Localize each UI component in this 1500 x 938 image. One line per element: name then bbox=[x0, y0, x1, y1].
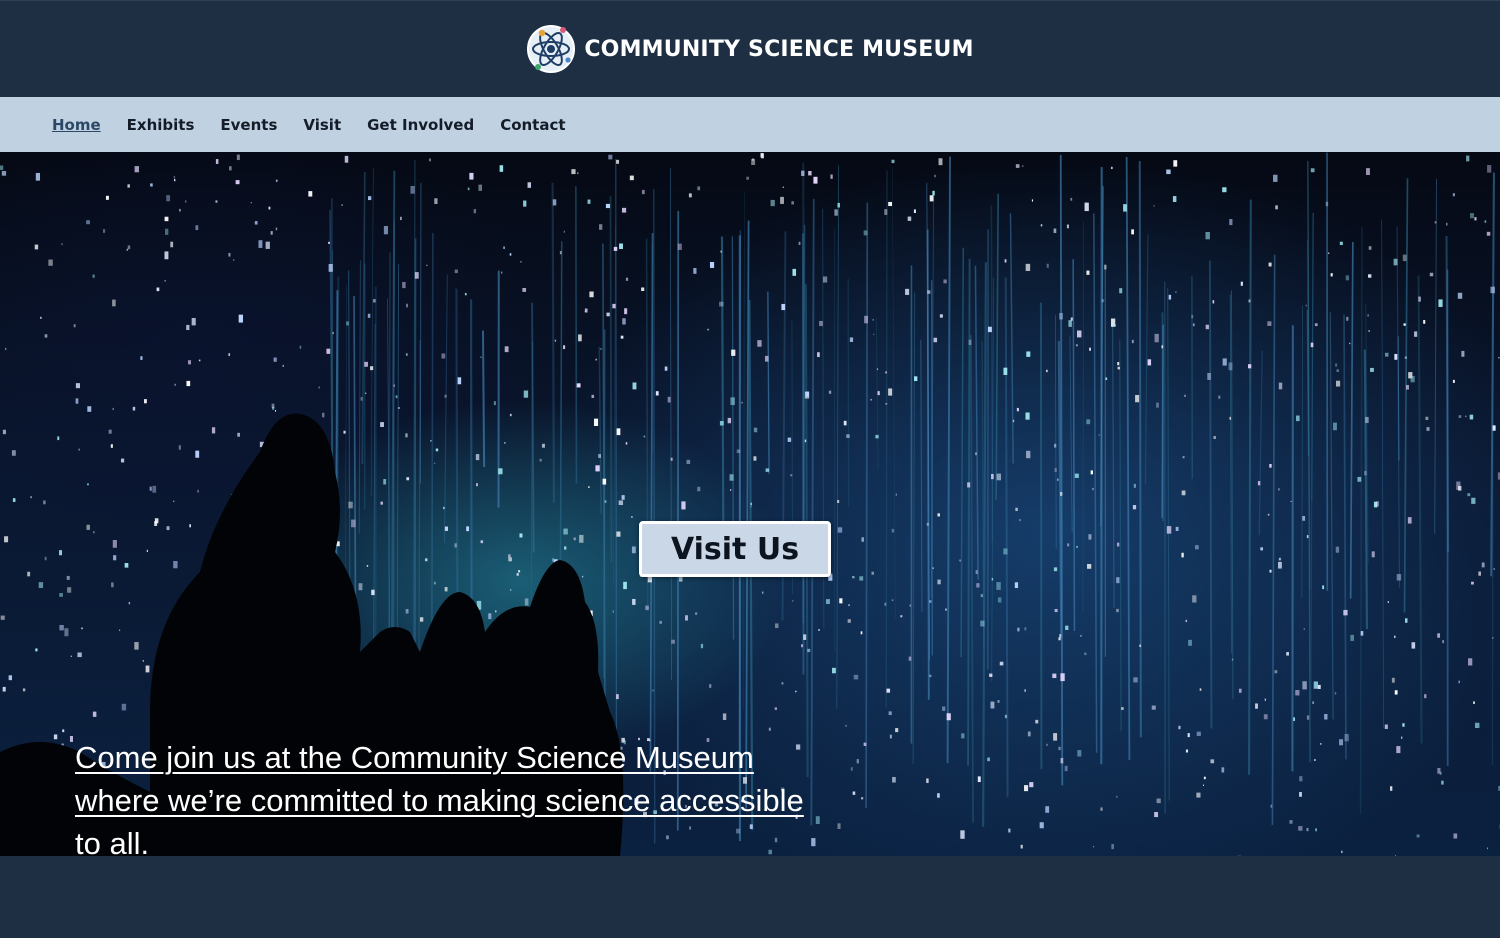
nav-link-get-involved[interactable]: Get Involved bbox=[367, 116, 474, 134]
brand[interactable]: COMMUNITY SCIENCE MUSEUM bbox=[526, 24, 973, 74]
nav-link-visit[interactable]: Visit bbox=[303, 116, 341, 134]
nav-link-contact[interactable]: Contact bbox=[500, 116, 565, 134]
nav-link-exhibits[interactable]: Exhibits bbox=[127, 116, 195, 134]
atom-icon bbox=[527, 25, 576, 73]
footer-band bbox=[0, 856, 1500, 938]
nav-link-events[interactable]: Events bbox=[220, 116, 277, 134]
hero-tagline[interactable]: Come join us at the Community Science Mu… bbox=[75, 736, 815, 856]
hero-section: Visit Us Come join us at the Community S… bbox=[0, 152, 1500, 856]
visit-us-button[interactable]: Visit Us bbox=[639, 521, 831, 577]
nav-link-home[interactable]: Home bbox=[52, 116, 101, 134]
site-title: COMMUNITY SCIENCE MUSEUM bbox=[584, 36, 974, 62]
main-nav: Home Exhibits Events Visit Get Involved … bbox=[0, 97, 1500, 152]
site-header: COMMUNITY SCIENCE MUSEUM bbox=[0, 0, 1500, 97]
